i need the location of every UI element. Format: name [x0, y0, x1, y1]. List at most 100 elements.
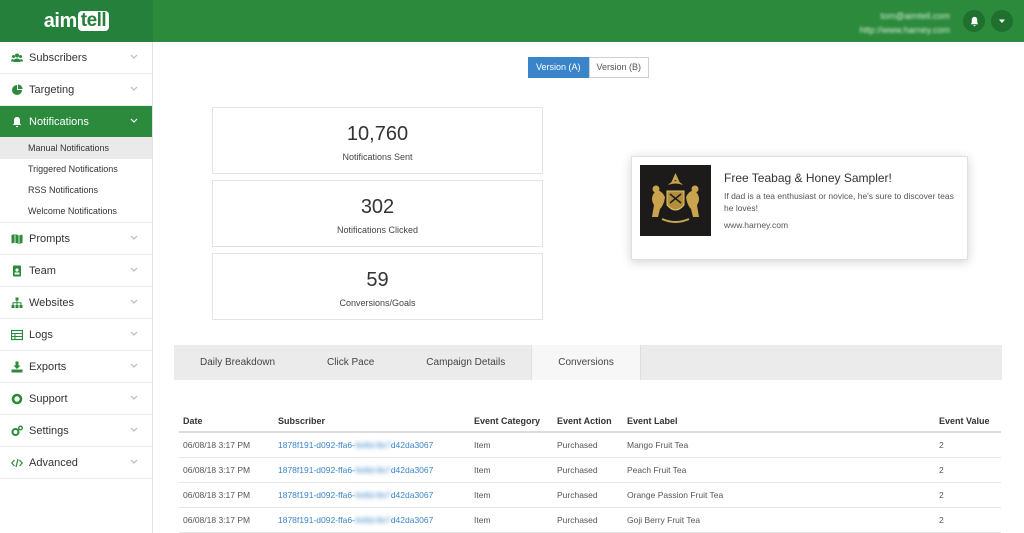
tab-click-pace[interactable]: Click Pace: [301, 345, 400, 380]
cell-date: 06/08/18 3:17 PM: [179, 507, 274, 533]
cell-subscriber-link[interactable]: 1878f191-d092-ffa6-4e8d-8e7d42da3067: [274, 482, 470, 508]
sidebar-subitem-manual-notifications[interactable]: Manual Notifications: [0, 138, 152, 159]
column-header-event-value[interactable]: Event Value: [935, 410, 1001, 433]
aimtell-logo[interactable]: aim tell: [44, 10, 110, 33]
notifications-button[interactable]: [963, 10, 985, 32]
cell-date: 06/08/18 3:17 PM: [179, 482, 274, 508]
sidebar-subitem-welcome-notifications[interactable]: Welcome Notifications: [0, 201, 152, 222]
table-row: 06/08/18 3:17 PM 1878f191-d092-ffa6-4e8d…: [179, 507, 1001, 533]
chevron-down-icon: [130, 331, 138, 336]
sidebar-item-notifications[interactable]: Notifications: [0, 106, 152, 138]
main-content: Version (A) Version (B) 10,760 Notificat…: [153, 42, 1024, 533]
sidebar-item-exports[interactable]: Exports: [0, 351, 152, 383]
version-b-button[interactable]: Version (B): [588, 57, 650, 78]
column-header-date[interactable]: Date: [179, 410, 274, 433]
chevron-down-icon: [130, 267, 138, 272]
cell-event-category: Item: [470, 457, 553, 483]
cell-event-action: Purchased: [553, 457, 623, 483]
download-icon: [11, 361, 23, 373]
subscriber-id-end: d42da3067: [390, 464, 434, 475]
cell-event-value: 2: [935, 507, 1001, 533]
cell-event-value: 2: [935, 457, 1001, 483]
cell-subscriber-link[interactable]: 1878f191-d092-ffa6-4e8d-8e7d42da3067: [274, 507, 470, 533]
sidebar-item-label: Subscribers: [29, 51, 88, 64]
id-card-icon: [11, 265, 23, 277]
column-header-subscriber[interactable]: Subscriber: [274, 410, 470, 433]
sidebar-item-support[interactable]: Support: [0, 383, 152, 415]
subscriber-id-redacted: 4e8d-8e7: [354, 439, 391, 450]
sidebar: Subscribers Targeting Notifications Manu…: [0, 42, 153, 533]
life-ring-icon: [11, 393, 23, 405]
table-header-row: Date Subscriber Event Category Event Act…: [179, 410, 1001, 433]
sidebar-item-websites[interactable]: Websites: [0, 287, 152, 319]
stat-card-conversions: 59 Conversions/Goals: [212, 253, 543, 320]
sidebar-item-logs[interactable]: Logs: [0, 319, 152, 351]
chevron-down-icon: [130, 427, 138, 432]
stat-label: Notifications Clicked: [336, 225, 419, 235]
cell-event-value: 2: [935, 432, 1001, 458]
cell-event-category: Item: [470, 432, 553, 458]
sidebar-subitem-rss-notifications[interactable]: RSS Notifications: [0, 180, 152, 201]
tab-campaign-details[interactable]: Campaign Details: [400, 345, 531, 380]
sidebar-item-advanced[interactable]: Advanced: [0, 447, 152, 479]
version-a-button[interactable]: Version (A): [528, 57, 589, 78]
notification-url: www.harney.com: [724, 220, 789, 230]
sitemap-icon: [11, 297, 23, 309]
report-tabs: Daily Breakdown Click Pace Campaign Deta…: [174, 345, 1002, 380]
cogs-icon: [11, 425, 23, 437]
sidebar-item-label: Notifications: [29, 115, 89, 128]
stat-value: 302: [360, 196, 395, 218]
tab-daily-breakdown[interactable]: Daily Breakdown: [174, 345, 301, 380]
stat-label: Conversions/Goals: [339, 298, 416, 308]
chevron-down-icon: [130, 86, 138, 91]
cell-subscriber-link[interactable]: 1878f191-d092-ffa6-4e8d-8e7d42da3067: [274, 457, 470, 483]
sidebar-item-subscribers[interactable]: Subscribers: [0, 42, 152, 74]
subscriber-id-end: d42da3067: [390, 489, 434, 500]
column-header-event-category[interactable]: Event Category: [470, 410, 553, 433]
cell-event-label: Mango Fruit Tea: [623, 432, 935, 458]
stat-value: 59: [366, 269, 389, 291]
cell-event-label: Peach Fruit Tea: [623, 457, 935, 483]
crest-logo-image: [640, 165, 711, 236]
cell-event-category: Item: [470, 507, 553, 533]
notification-body: If dad is a tea enthusiast or novice, he…: [724, 191, 954, 213]
column-header-event-label[interactable]: Event Label: [623, 410, 935, 433]
sidebar-item-targeting[interactable]: Targeting: [0, 74, 152, 106]
chevron-down-icon: [130, 363, 138, 368]
subscriber-id-start: 1878f191-d092-ffa6-: [278, 489, 355, 500]
logo-area[interactable]: aim tell: [0, 0, 153, 42]
pie-chart-icon: [11, 84, 23, 96]
cell-event-label: Orange Passion Fruit Tea: [623, 482, 935, 508]
table-icon: [11, 329, 23, 341]
cell-event-action: Purchased: [553, 482, 623, 508]
sidebar-item-prompts[interactable]: Prompts: [0, 223, 152, 255]
cell-event-value: 2: [935, 482, 1001, 508]
users-icon: [11, 52, 23, 64]
cell-date: 06/08/18 3:17 PM: [179, 457, 274, 483]
notification-preview: Free Teabag & Honey Sampler! If dad is a…: [631, 156, 968, 260]
column-header-event-action[interactable]: Event Action: [553, 410, 623, 433]
notifications-submenu: Manual Notifications Triggered Notificat…: [0, 138, 152, 223]
notification-image: [640, 165, 711, 236]
cell-subscriber-link[interactable]: 1878f191-d092-ffa6-4e8d-8e7d42da3067: [274, 432, 470, 458]
stat-card-sent: 10,760 Notifications Sent: [212, 107, 543, 174]
chevron-down-icon: [130, 395, 138, 400]
bell-icon: [11, 116, 23, 128]
caret-down-icon: [999, 19, 1005, 23]
subscriber-id-redacted: 4e8d-8e7: [354, 464, 391, 475]
account-dropdown-button[interactable]: [991, 10, 1013, 32]
sidebar-item-team[interactable]: Team: [0, 255, 152, 287]
subscriber-id-redacted: 4e8d-8e7: [354, 514, 391, 525]
chevron-down-icon: [130, 54, 138, 59]
sidebar-item-settings[interactable]: Settings: [0, 415, 152, 447]
notification-title: Free Teabag & Honey Sampler!: [724, 171, 892, 185]
subscriber-id-redacted: 4e8d-8e7: [354, 489, 391, 500]
subscriber-id-start: 1878f191-d092-ffa6-: [278, 464, 355, 475]
sidebar-item-label: Team: [29, 264, 56, 277]
cell-event-action: Purchased: [553, 432, 623, 458]
sidebar-subitem-triggered-notifications[interactable]: Triggered Notifications: [0, 159, 152, 180]
tab-conversions[interactable]: Conversions: [531, 345, 641, 380]
sidebar-item-label: Settings: [29, 424, 69, 437]
table-row: 06/08/18 3:17 PM 1878f191-d092-ffa6-4e8d…: [179, 482, 1001, 508]
cell-event-label: Goji Berry Fruit Tea: [623, 507, 935, 533]
